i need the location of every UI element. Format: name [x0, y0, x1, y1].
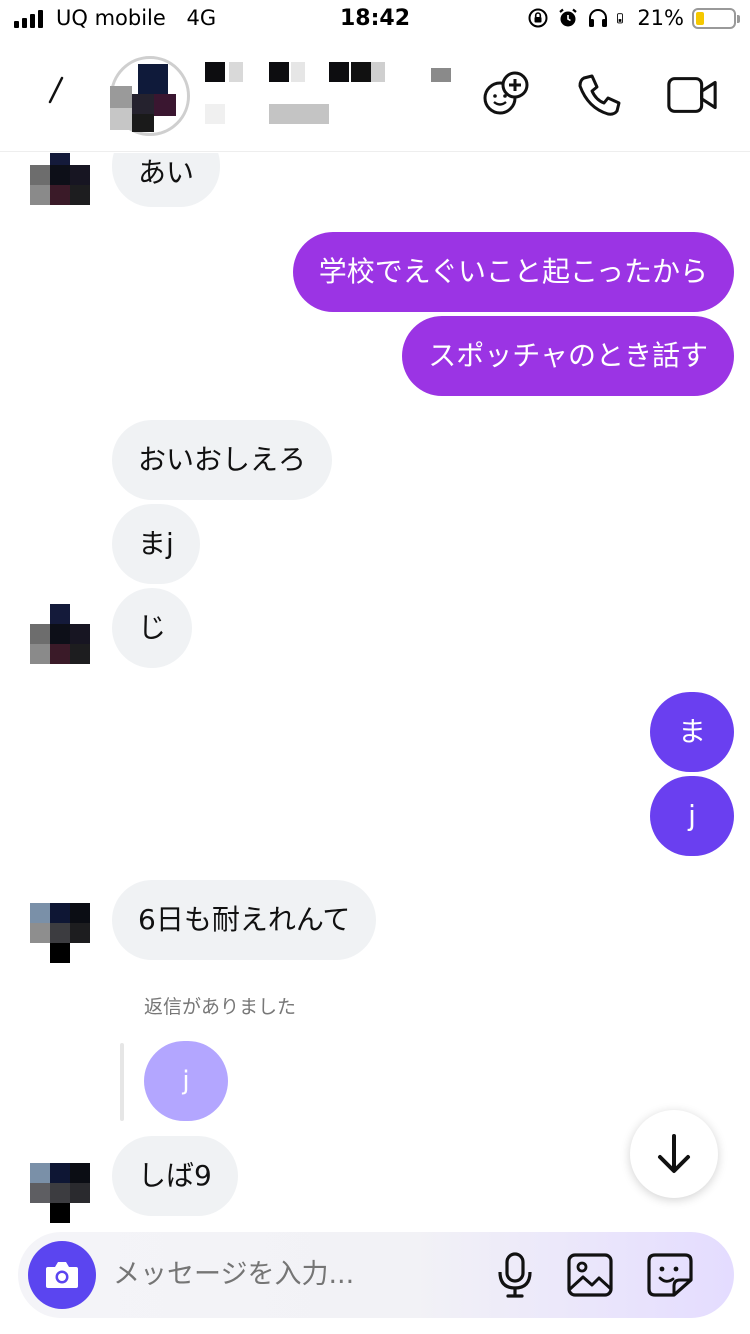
back-chevron-icon[interactable]	[40, 70, 80, 110]
message-bubble-incoming[interactable]: まj	[112, 504, 200, 584]
scroll-to-bottom-button[interactable]	[630, 1110, 718, 1198]
call-button[interactable]	[572, 68, 626, 122]
reply-indicator-bar	[120, 1043, 124, 1121]
battery-percent: 21%	[637, 6, 684, 30]
image-icon	[567, 1253, 613, 1297]
message-bubble-outgoing[interactable]: ま	[650, 692, 734, 772]
status-right: 21%	[527, 6, 740, 30]
camera-button[interactable]	[28, 1241, 96, 1309]
message-input[interactable]	[113, 1232, 463, 1318]
message-bubble-outgoing[interactable]: 学校でえぐいこと起こったから	[292, 232, 734, 312]
sender-avatar[interactable]	[30, 1163, 90, 1223]
message-bubble-incoming[interactable]: じ	[112, 588, 193, 668]
sticker-icon	[647, 1253, 693, 1297]
alarm-icon	[559, 8, 578, 27]
battery-level	[696, 11, 704, 25]
message-bubble-incoming[interactable]: しば9	[112, 1136, 238, 1216]
message-bubble-incoming[interactable]: 6日も耐えれんて	[112, 880, 377, 960]
message-list[interactable]: あい 学校でえぐいこと起こったから スポッチャのとき話す おいおしえろ まj じ…	[0, 153, 750, 1228]
video-camera-icon	[667, 77, 717, 113]
gallery-button[interactable]	[565, 1250, 615, 1300]
add-friend-icon	[483, 71, 529, 115]
status-bar: UQ mobile 4G 18:42 21%	[0, 0, 750, 40]
headphones-icon	[589, 9, 608, 27]
sender-avatar[interactable]	[30, 903, 90, 963]
reply-label: 返信がありました	[144, 996, 297, 1018]
sender-avatar[interactable]	[30, 604, 90, 664]
message-bubble-incoming[interactable]: おいおしえろ	[112, 420, 333, 500]
voice-message-button[interactable]	[490, 1250, 540, 1300]
battery-small-icon	[617, 13, 624, 24]
arrow-down-icon	[658, 1134, 690, 1173]
phone-icon	[578, 74, 621, 116]
message-bubble-outgoing[interactable]: スポッチャのとき話す	[402, 316, 734, 396]
add-friend-button[interactable]	[480, 68, 534, 122]
sender-avatar[interactable]	[30, 153, 90, 205]
message-bubble-incoming[interactable]: あい	[112, 153, 221, 207]
quoted-message[interactable]: j	[144, 1041, 228, 1121]
message-composer	[18, 1232, 734, 1318]
camera-icon	[46, 1262, 78, 1288]
message-bubble-outgoing[interactable]: j	[650, 776, 734, 856]
rotation-lock-icon	[528, 8, 548, 28]
sticker-button[interactable]	[645, 1250, 695, 1300]
battery-icon	[692, 7, 740, 29]
contact-name-redacted[interactable]	[205, 62, 455, 132]
video-call-button[interactable]	[665, 68, 719, 122]
microphone-icon	[498, 1252, 532, 1298]
chat-header	[0, 44, 750, 152]
contact-avatar[interactable]	[110, 56, 190, 136]
